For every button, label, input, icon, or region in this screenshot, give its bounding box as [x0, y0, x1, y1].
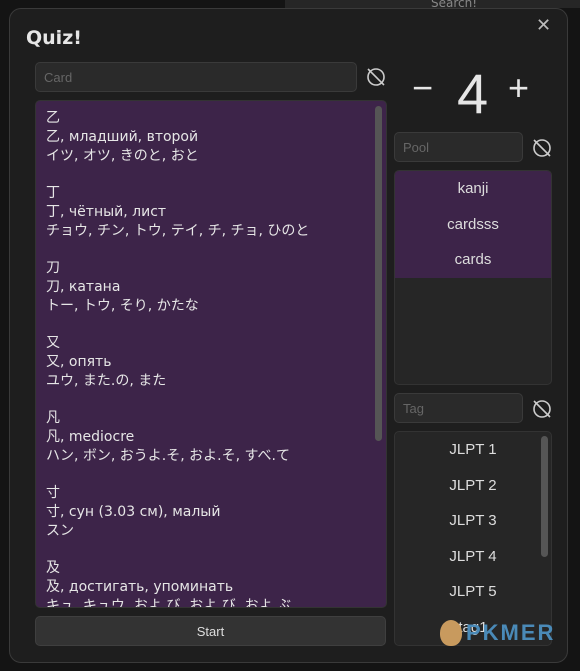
- card-meaning: 乙, младший, второй: [46, 129, 199, 145]
- decrement-button[interactable]: −: [412, 67, 433, 109]
- dialog-title: Quiz!: [26, 27, 82, 49]
- card-reading: チョウ, チン, トウ, テイ, チ, チョ, ひのと: [46, 223, 310, 239]
- clear-filter-icon[interactable]: [365, 66, 387, 88]
- card-meaning: 及, достигать, упоминать: [46, 579, 234, 595]
- increment-button[interactable]: +: [508, 67, 529, 109]
- card-item: 凡凡, mediocre ハン, ボン, おうよ.そ, およ.そ, すべ.て: [46, 409, 376, 466]
- tag-item[interactable]: JLPT 3: [395, 503, 551, 539]
- card-list[interactable]: 乙乙, младший, второй イツ, オツ, きのと, おと丁丁, чё…: [35, 100, 387, 608]
- card-item: 乙乙, младший, второй イツ, オツ, きのと, おと: [46, 109, 376, 166]
- tag-item[interactable]: JLPT 2: [395, 468, 551, 504]
- card-reading: スン: [46, 523, 74, 539]
- tag-item[interactable]: JLPT 4: [395, 539, 551, 575]
- card-item: 又又, опять ユウ, また.の, また: [46, 334, 376, 391]
- clear-pool-filter-icon[interactable]: [531, 137, 553, 159]
- pool-item[interactable]: kanji: [395, 171, 551, 207]
- card-filter-input[interactable]: [35, 62, 357, 92]
- card-meaning: 寸, сун (3.03 см), малый: [46, 504, 221, 520]
- count-value: 4: [457, 62, 489, 125]
- card-kanji: 寸: [46, 485, 60, 501]
- card-item: 寸寸, сун (3.03 см), малый スン: [46, 484, 376, 541]
- close-icon[interactable]: ✕: [536, 15, 551, 36]
- card-item: 刀刀, катана トー, トウ, そり, かたな: [46, 259, 376, 316]
- pool-list: kanji cardsss cards: [394, 170, 552, 385]
- clear-tag-filter-icon[interactable]: [531, 398, 553, 420]
- card-kanji: 乙: [46, 110, 60, 126]
- pool-item[interactable]: cards: [395, 242, 551, 278]
- pkmer-watermark: PKMER: [440, 620, 555, 646]
- tag-item[interactable]: JLPT 1: [395, 432, 551, 468]
- tag-list-scrollbar[interactable]: [541, 436, 548, 557]
- pool-item[interactable]: cardsss: [395, 206, 551, 243]
- card-meaning: 丁, чётный, лист: [46, 204, 167, 220]
- card-item: 丁丁, чётный, лист チョウ, チン, トウ, テイ, チ, チョ, …: [46, 184, 376, 241]
- card-kanji: 丁: [46, 185, 60, 201]
- card-kanji: 凡: [46, 410, 60, 426]
- card-reading: キュ, キュウ, およ.び, およ.び, およ.ぶ: [46, 598, 291, 608]
- tag-list: JLPT 1 JLPT 2 JLPT 3 JLPT 4 JLPT 5 tag1: [394, 431, 552, 646]
- pkmer-logo-icon: [440, 620, 462, 646]
- watermark-text: PKMER: [466, 620, 556, 645]
- pool-filter-input[interactable]: [394, 132, 523, 162]
- tag-filter-input[interactable]: [394, 393, 523, 423]
- card-reading: ハン, ボン, おうよ.そ, およ.そ, すべ.て: [46, 448, 290, 464]
- card-reading: イツ, オツ, きのと, おと: [46, 148, 199, 164]
- card-reading: ユウ, また.の, また: [46, 373, 167, 389]
- card-meaning: 凡, mediocre: [46, 429, 135, 445]
- card-kanji: 及: [46, 560, 60, 576]
- card-meaning: 刀, катана: [46, 279, 121, 295]
- card-list-scrollbar[interactable]: [375, 106, 382, 441]
- card-item: 及及, достигать, упоминать キュ, キュウ, およ.び, お…: [46, 559, 376, 608]
- card-kanji: 刀: [46, 260, 60, 276]
- tag-item[interactable]: JLPT 5: [395, 574, 551, 610]
- card-reading: トー, トウ, そり, かたな: [46, 298, 199, 314]
- quiz-dialog: Quiz! ✕ 乙乙, младший, второй イツ, オツ, きのと, …: [9, 8, 568, 663]
- card-kanji: 又: [46, 335, 60, 351]
- start-button[interactable]: Start: [35, 616, 386, 646]
- card-meaning: 又, опять: [46, 354, 112, 370]
